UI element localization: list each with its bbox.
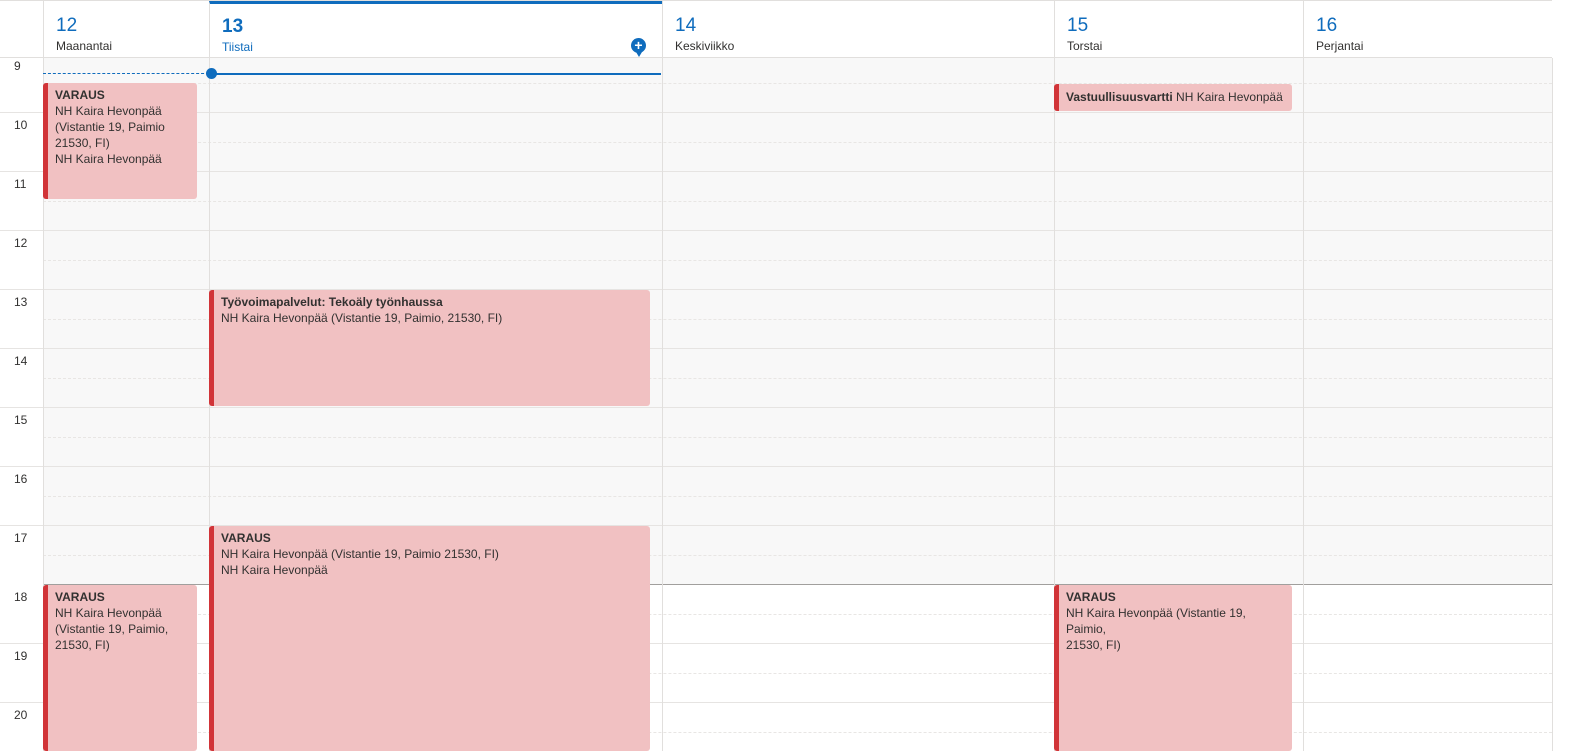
column-divider — [662, 58, 663, 751]
hour-label: 10 — [14, 118, 28, 132]
day-header-row: 12 Maanantai 13 Tiistai + 14 Keskiviikko… — [0, 0, 1552, 59]
event-location: NH Kaira Hevonpää — [1176, 90, 1283, 104]
hour-label: 16 — [14, 472, 28, 486]
event-organizer: NH Kaira Hevonpää — [221, 563, 328, 577]
event-location: NH Kaira Hevonpää (Vistantie 19, Paimio, — [1066, 606, 1246, 636]
hour-label: 15 — [14, 413, 28, 427]
event-title: VARAUS — [221, 531, 271, 545]
day-number: 15 — [1067, 15, 1089, 36]
day-header-thursday[interactable]: 15 Torstai — [1054, 1, 1303, 59]
day-name: Torstai — [1067, 39, 1103, 53]
hour-label: 12 — [14, 236, 28, 250]
current-time-line-dashed — [43, 73, 209, 74]
half-hour-line — [43, 83, 1552, 84]
half-hour-line — [43, 437, 1552, 438]
day-name: Maanantai — [56, 39, 113, 53]
hour-label: 14 — [14, 354, 28, 368]
event-title: VARAUS — [55, 590, 105, 604]
hour-label: 17 — [14, 531, 28, 545]
event-location: NH Kaira Hevonpää (Vistantie 19, Paimio … — [221, 547, 499, 561]
event-thursday-vastuullisuusvartti[interactable]: Vastuullisuusvartti NH Kaira Hevonpää — [1054, 84, 1292, 111]
day-name: Perjantai — [1316, 39, 1364, 53]
event-tuesday-varaus-evening[interactable]: VARAUS NH Kaira Hevonpää (Vistantie 19, … — [209, 526, 650, 751]
half-hour-line — [43, 142, 1552, 143]
hour-label: 19 — [14, 649, 28, 663]
day-number: 12 — [56, 15, 78, 36]
event-location: NH Kaira Hevonpää (Vistantie 19, Paimio,… — [221, 311, 503, 325]
current-time-line — [213, 73, 661, 75]
day-header-wednesday[interactable]: 14 Keskiviikko — [662, 1, 1054, 59]
event-tuesday-tyovoimapalvelut[interactable]: Työvoimapalvelut: Tekoäly työnhaussa NH … — [209, 290, 650, 406]
event-location: 21530, FI) — [55, 136, 110, 150]
half-hour-line — [43, 201, 1552, 202]
event-title: VARAUS — [1066, 590, 1116, 604]
time-grid[interactable]: 9 10 11 12 13 14 15 16 17 18 19 20 VARAU… — [0, 58, 1553, 751]
half-hour-line — [43, 260, 1552, 261]
day-number: 13 — [222, 16, 244, 37]
day-header-friday[interactable]: 16 Perjantai — [1303, 1, 1552, 59]
hour-line — [0, 407, 1552, 408]
hour-label: 11 — [14, 177, 27, 191]
event-title: Vastuullisuusvartti — [1066, 90, 1173, 104]
event-monday-varaus-evening[interactable]: VARAUS NH Kaira Hevonpää (Vistantie 19, … — [43, 585, 197, 751]
event-location: 21530, FI) — [55, 638, 110, 652]
column-divider — [1303, 58, 1304, 751]
current-time-dot — [206, 68, 217, 79]
day-header-tuesday-today[interactable]: 13 Tiistai + — [209, 1, 662, 59]
event-location: (Vistantie 19, Paimio — [55, 120, 165, 134]
event-thursday-varaus-evening[interactable]: VARAUS NH Kaira Hevonpää (Vistantie 19, … — [1054, 585, 1292, 751]
day-name: Keskiviikko — [675, 39, 735, 53]
event-monday-varaus-morning[interactable]: VARAUS NH Kaira Hevonpää (Vistantie 19, … — [43, 83, 197, 199]
day-name: Tiistai — [222, 40, 253, 54]
column-divider — [1552, 58, 1553, 751]
hour-line — [0, 171, 1552, 172]
half-hour-line — [43, 496, 1552, 497]
hour-label: 20 — [14, 708, 28, 722]
event-location: (Vistantie 19, Paimio, — [55, 622, 169, 636]
add-event-icon[interactable]: + — [631, 38, 646, 57]
hour-label: 18 — [14, 590, 28, 604]
day-number: 16 — [1316, 15, 1338, 36]
hour-label: 9 — [14, 59, 21, 73]
event-location: NH Kaira Hevonpää — [55, 606, 162, 620]
day-header-monday[interactable]: 12 Maanantai — [43, 1, 209, 59]
hour-line — [0, 466, 1552, 467]
event-organizer: NH Kaira Hevonpää — [55, 152, 162, 166]
hour-line — [0, 230, 1552, 231]
event-title: Työvoimapalvelut: Tekoäly työnhaussa — [221, 295, 443, 309]
hour-label: 13 — [14, 295, 28, 309]
event-location: NH Kaira Hevonpää — [55, 104, 162, 118]
hour-line — [0, 112, 1552, 113]
day-number: 14 — [675, 15, 697, 36]
event-location: 21530, FI) — [1066, 638, 1121, 652]
event-title: VARAUS — [55, 88, 105, 102]
